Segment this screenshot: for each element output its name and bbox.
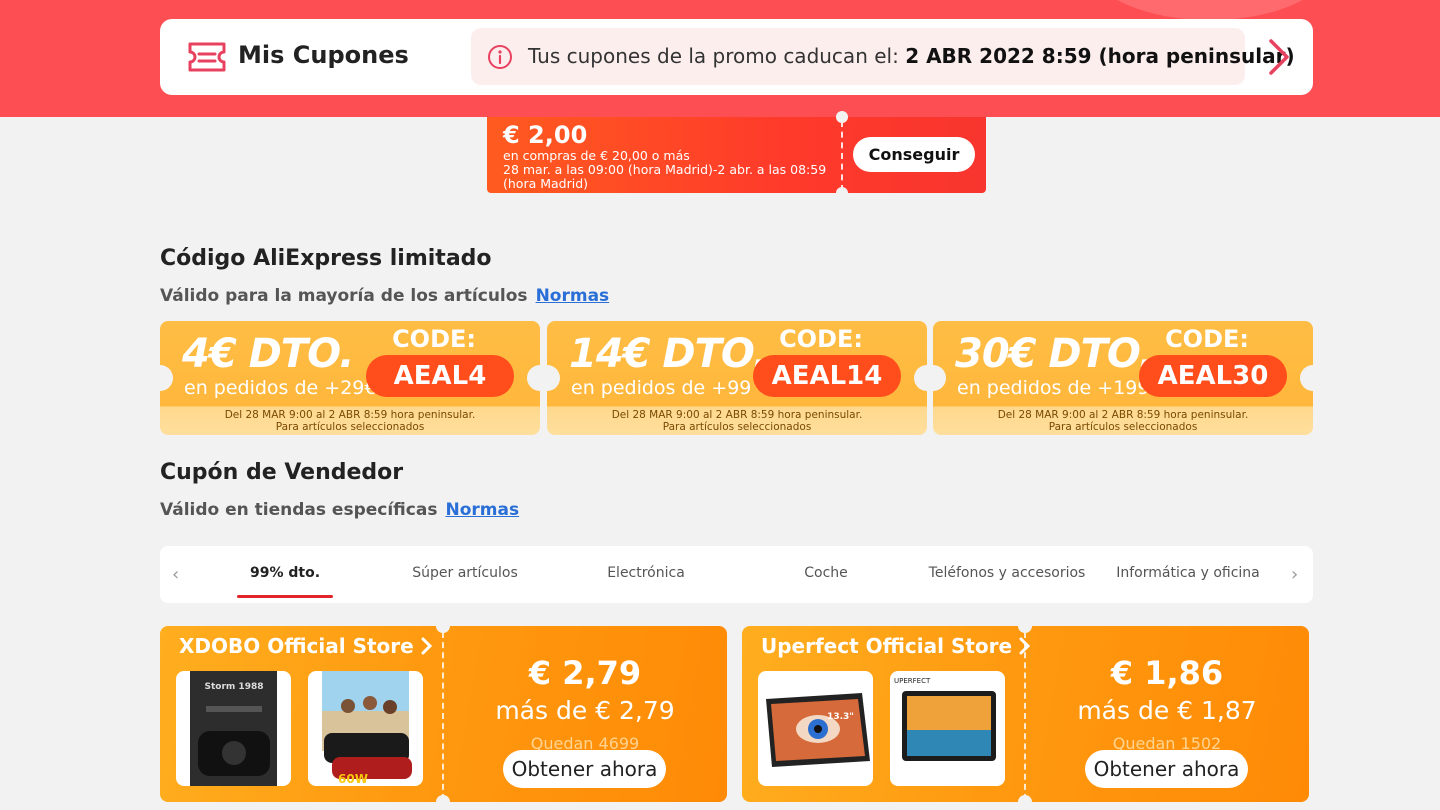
- coupon-value: € 1,86: [1110, 654, 1224, 692]
- code-minimum: en pedidos de +99 €: [571, 377, 770, 399]
- coupon-notch: [836, 111, 848, 123]
- thumb-caption: 13.3": [827, 712, 854, 722]
- code-discount: 4€ DTO.: [182, 331, 354, 377]
- monitor-beach-image: UPERFECT: [894, 677, 996, 761]
- code-validity: Del 28 MAR 9:00 al 2 ABR 8:59 hora penin…: [997, 409, 1249, 421]
- chevron-left-icon[interactable]: ‹: [172, 564, 179, 585]
- code-scope: Para artículos seleccionados: [275, 421, 425, 433]
- get-now-button[interactable]: Obtener ahora: [503, 750, 666, 788]
- code-validity: Del 28 MAR 9:00 al 2 ABR 8:59 hora penin…: [224, 409, 476, 421]
- portable-monitor-image: 13.3": [766, 693, 870, 767]
- code-label: CODE:: [1165, 325, 1249, 353]
- coupon-period: 28 mar. a las 09:00 (hora Madrid)-2 abr.…: [503, 162, 827, 177]
- code-minimum: en pedidos de +29€: [184, 377, 377, 399]
- aliexpress-rules-link[interactable]: Normas: [536, 286, 610, 306]
- tab-informatica[interactable]: Informática y oficina: [1116, 565, 1260, 581]
- seller-section-subtitle: Válido en tiendas específicas Normas: [160, 500, 519, 520]
- get-now-button[interactable]: Obtener ahora: [1085, 750, 1248, 788]
- card-notch: [933, 365, 946, 391]
- store-coupon: Uperfect Official Store 13.3" UPERFECT €…: [742, 626, 1309, 802]
- coupon-condition: en compras de € 20,00 o más: [503, 148, 690, 163]
- seller-subtitle-text: Válido en tiendas específicas: [160, 500, 438, 520]
- chevron-right-icon: [421, 637, 432, 655]
- seller-section-title: Cupón de Vendedor: [160, 460, 404, 485]
- promo-code-card[interactable]: 14€ DTO. en pedidos de +99 € CODE: AEAL1…: [547, 321, 927, 435]
- speaker-product-image: Storm 1988: [190, 671, 277, 786]
- product-thumbnail[interactable]: 13.3": [758, 671, 873, 786]
- coupon-notch: [836, 187, 848, 199]
- aliexpress-section-title: Código AliExpress limitado: [160, 246, 492, 271]
- promo-code-card[interactable]: 4€ DTO. en pedidos de +29€ CODE: AEAL4 D…: [160, 321, 540, 435]
- coupon-notch: [436, 795, 450, 802]
- tab-99-dto[interactable]: 99% dto.: [250, 565, 320, 581]
- thumb-caption: 60W: [338, 772, 368, 786]
- code-discount: 14€ DTO.: [569, 331, 768, 377]
- get-coupon-button[interactable]: Conseguir: [853, 137, 975, 172]
- ticket-icon: [186, 40, 228, 78]
- page-title: Mis Cupones: [238, 41, 409, 69]
- coupon-notch: [1018, 795, 1032, 802]
- code-footnote: Del 28 MAR 9:00 al 2 ABR 8:59 hora penin…: [547, 409, 927, 433]
- tab-electronica[interactable]: Electrónica: [607, 565, 685, 581]
- thumb-caption: UPERFECT: [894, 677, 931, 685]
- card-notch: [547, 365, 560, 391]
- promo-code[interactable]: AEAL14: [753, 355, 901, 397]
- coupon-amount: € 2,00: [503, 121, 588, 149]
- store-name-link[interactable]: Uperfect Official Store: [761, 634, 1031, 658]
- product-thumbnail[interactable]: UPERFECT: [890, 671, 1005, 786]
- info-icon: [487, 44, 513, 74]
- expiry-prefix: Tus cupones de la promo caducan el:: [528, 44, 899, 68]
- decorative-blob: [1090, 0, 1330, 20]
- aliexpress-subtitle-text: Válido para la mayoría de los artículos: [160, 286, 528, 306]
- promo-code-card[interactable]: 30€ DTO. en pedidos de +199€ CODE: AEAL3…: [933, 321, 1313, 435]
- coupon-notch: [436, 626, 450, 633]
- expiry-text: Tus cupones de la promo caducan el: 2 AB…: [528, 44, 1295, 68]
- code-discount: 30€ DTO.: [955, 331, 1154, 377]
- code-footnote: Del 28 MAR 9:00 al 2 ABR 8:59 hora penin…: [160, 409, 540, 433]
- tab-telefonos[interactable]: Teléfonos y accesorios: [929, 565, 1086, 581]
- card-notch: [160, 365, 173, 391]
- aliexpress-section-subtitle: Válido para la mayoría de los artículos N…: [160, 286, 609, 306]
- seller-rules-link[interactable]: Normas: [445, 500, 519, 520]
- coupon-divider: [841, 121, 843, 191]
- code-validity: Del 28 MAR 9:00 al 2 ABR 8:59 hora penin…: [611, 409, 863, 421]
- card-notch: [914, 365, 927, 391]
- coupon-minimum: más de € 2,79: [495, 696, 675, 725]
- store-name: Uperfect Official Store: [761, 634, 1013, 658]
- coupon-minimum: más de € 1,87: [1077, 696, 1257, 725]
- store-coupon: XDOBO Official Store Storm 1988 60W € 2,…: [160, 626, 727, 802]
- expiry-notice: Tus cupones de la promo caducan el: 2 AB…: [471, 28, 1295, 85]
- expiry-date: 2 ABR 2022 8:59 (hora peninsular): [905, 44, 1295, 68]
- chevron-right-icon[interactable]: [1267, 38, 1291, 80]
- store-name: XDOBO Official Store: [179, 634, 414, 658]
- code-scope: Para artículos seleccionados: [662, 421, 812, 433]
- active-tab-indicator: [237, 595, 333, 598]
- code-scope: Para artículos seleccionados: [1048, 421, 1198, 433]
- thumb-caption: Storm 1988: [205, 682, 264, 692]
- code-label: CODE:: [779, 325, 863, 353]
- promo-code[interactable]: AEAL30: [1139, 355, 1287, 397]
- promo-code[interactable]: AEAL4: [366, 355, 514, 397]
- card-notch: [527, 365, 540, 391]
- product-thumbnail[interactable]: Storm 1988: [176, 671, 291, 786]
- coupons-header-card: Mis Cupones Tus cupones de la promo cadu…: [160, 19, 1313, 95]
- coupon-period-zone: (hora Madrid): [503, 176, 589, 191]
- code-footnote: Del 28 MAR 9:00 al 2 ABR 8:59 hora penin…: [933, 409, 1313, 433]
- code-minimum: en pedidos de +199€: [957, 377, 1162, 399]
- speaker-beach-image: 60W: [322, 671, 412, 786]
- code-label: CODE:: [392, 325, 476, 353]
- store-name-link[interactable]: XDOBO Official Store: [179, 634, 433, 658]
- card-notch: [1300, 365, 1313, 391]
- category-tabs: ‹ 99% dto. Súper artículos Electrónica C…: [160, 546, 1313, 603]
- tab-super-articulos[interactable]: Súper artículos: [412, 565, 518, 581]
- coupon-value: € 2,79: [528, 654, 642, 692]
- header-band: Mis Cupones Tus cupones de la promo cadu…: [0, 0, 1440, 117]
- chevron-right-icon[interactable]: ›: [1291, 564, 1298, 585]
- tab-coche[interactable]: Coche: [804, 565, 848, 581]
- product-thumbnail[interactable]: 60W: [308, 671, 423, 786]
- coupon-notch: [1018, 626, 1032, 633]
- platform-coupon: € 2,00 en compras de € 20,00 o más 28 ma…: [487, 111, 986, 199]
